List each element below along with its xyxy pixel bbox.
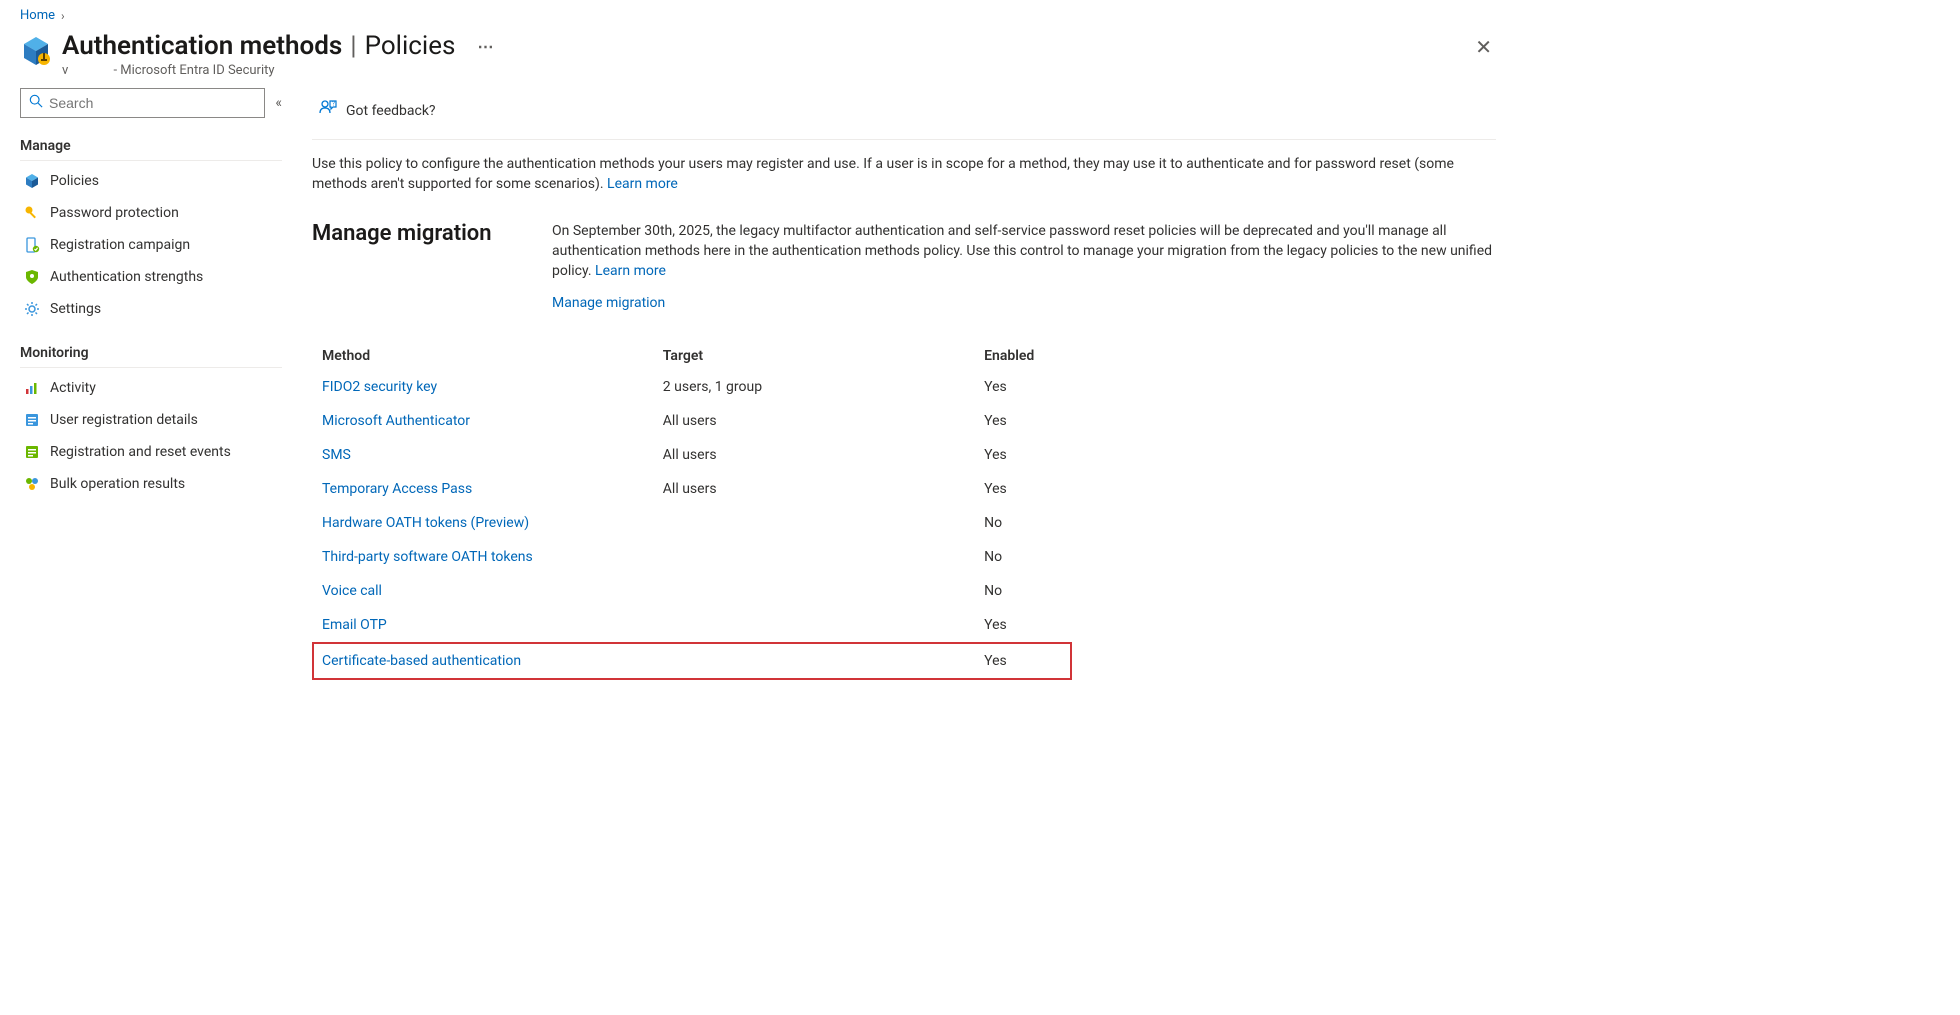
migration-title: Manage migration [312,221,512,246]
intro-learn-more-link[interactable]: Learn more [607,176,678,192]
method-enabled: Yes [984,413,1062,429]
table-row[interactable]: Third-party software OATH tokens No [312,540,1072,574]
sidebar-item-registration-and-reset-events[interactable]: Registration and reset events [20,436,282,468]
bulk-icon [24,476,40,492]
auth-methods-icon [20,35,52,67]
migration-section: Manage migration On September 30th, 2025… [312,203,1496,324]
table-row[interactable]: Microsoft AuthenticatorAll usersYes [312,404,1072,438]
search-icon [29,94,43,112]
sidebar-item-policies[interactable]: Policies [20,165,282,197]
sidebar: « Manage Policies Password protection Regis… [0,88,300,680]
toolbar: ? Got feedback? [312,88,1496,140]
page-header: Authentication methods | Policies ⋯ v - … [0,27,1520,80]
sidebar-item-settings[interactable]: Settings [20,293,282,325]
method-enabled: No [984,549,1062,565]
svg-text:?: ? [332,101,335,108]
col-header-target: Target [663,348,984,364]
sidebar-item-password-protection[interactable]: Password protection [20,197,282,229]
method-enabled: Yes [984,379,1062,395]
campaign-icon [24,237,40,253]
method-enabled: Yes [984,447,1062,463]
page-title-sub: Policies [365,31,456,61]
chevron-right-icon: › [61,9,65,23]
more-actions-button[interactable]: ⋯ [477,37,493,56]
method-enabled: Yes [984,481,1062,497]
table-row[interactable]: Temporary Access PassAll usersYes [312,472,1072,506]
migration-learn-more-link[interactable]: Learn more [595,263,666,279]
sidebar-item-bulk-operation-results[interactable]: Bulk operation results [20,468,282,500]
method-enabled: No [984,583,1062,599]
method-link[interactable]: Third-party software OATH tokens [322,549,663,565]
activity-icon [24,380,40,396]
method-link[interactable]: Temporary Access Pass [322,481,663,497]
sidebar-item-label: Password protection [50,205,179,221]
method-link[interactable]: Hardware OATH tokens (Preview) [322,515,663,531]
sidebar-item-label: Activity [50,380,96,396]
method-enabled: Yes [984,617,1062,633]
method-link[interactable]: Certificate-based authentication [322,653,663,669]
sidebar-item-label: Settings [50,301,101,317]
policies-icon [24,173,40,189]
method-target: All users [663,413,984,429]
sidebar-item-label: Registration and reset events [50,444,231,460]
table-row[interactable]: SMSAll usersYes [312,438,1072,472]
method-link[interactable]: Microsoft Authenticator [322,413,663,429]
sidebar-item-user-registration-details[interactable]: User registration details [20,404,282,436]
method-link[interactable]: FIDO2 security key [322,379,663,395]
title-separator: | [350,31,356,61]
breadcrumb-home[interactable]: Home [20,8,55,23]
sidebar-item-activity[interactable]: Activity [20,372,282,404]
table-row[interactable]: Certificate-based authentication Yes [312,642,1072,680]
method-link[interactable]: SMS [322,447,663,463]
sidebar-item-label: Bulk operation results [50,476,185,492]
nav-group-label: Manage [20,132,282,161]
sidebar-item-label: Authentication strengths [50,269,203,285]
feedback-icon: ? [318,98,338,123]
main-content: ? Got feedback? Use this policy to confi… [300,88,1520,680]
col-header-method: Method [322,348,663,364]
sidebar-item-authentication-strengths[interactable]: Authentication strengths [20,261,282,293]
sidebar-item-label: Policies [50,173,99,189]
table-row[interactable]: Email OTP Yes [312,608,1072,642]
table-row[interactable]: Hardware OATH tokens (Preview) No [312,506,1072,540]
methods-table: Method Target Enabled FIDO2 security key… [312,342,1072,680]
breadcrumb: Home › [0,0,1520,27]
page-title: Authentication methods | Policies ⋯ [62,31,493,61]
col-header-enabled: Enabled [984,348,1062,364]
intro-text: Use this policy to configure the authent… [312,140,1496,203]
details-icon [24,412,40,428]
sidebar-item-label: User registration details [50,412,198,428]
search-input[interactable] [49,95,256,111]
migration-description: On September 30th, 2025, the legacy mult… [552,223,1492,280]
collapse-sidebar-button[interactable]: « [275,95,282,111]
method-enabled: Yes [984,653,1062,669]
nav-group-label: Monitoring [20,339,282,368]
sidebar-item-registration-campaign[interactable]: Registration campaign [20,229,282,261]
shield-icon [24,269,40,285]
method-link[interactable]: Email OTP [322,617,663,633]
method-target: All users [663,447,984,463]
table-header: Method Target Enabled [312,342,1072,370]
key-icon [24,205,40,221]
method-target: All users [663,481,984,497]
page-title-main: Authentication methods [62,31,342,61]
method-link[interactable]: Voice call [322,583,663,599]
feedback-button[interactable]: ? Got feedback? [312,94,442,127]
gear-icon [24,301,40,317]
events-icon [24,444,40,460]
table-row[interactable]: FIDO2 security key2 users, 1 groupYes [312,370,1072,404]
method-enabled: No [984,515,1062,531]
sidebar-item-label: Registration campaign [50,237,190,253]
manage-migration-link[interactable]: Manage migration [552,293,665,313]
feedback-label: Got feedback? [346,103,436,119]
method-target: 2 users, 1 group [663,379,984,395]
table-row[interactable]: Voice call No [312,574,1072,608]
close-button[interactable]: ✕ [1467,31,1500,63]
org-subtitle: v - Microsoft Entra ID Security [62,63,1467,78]
search-box[interactable] [20,88,265,118]
